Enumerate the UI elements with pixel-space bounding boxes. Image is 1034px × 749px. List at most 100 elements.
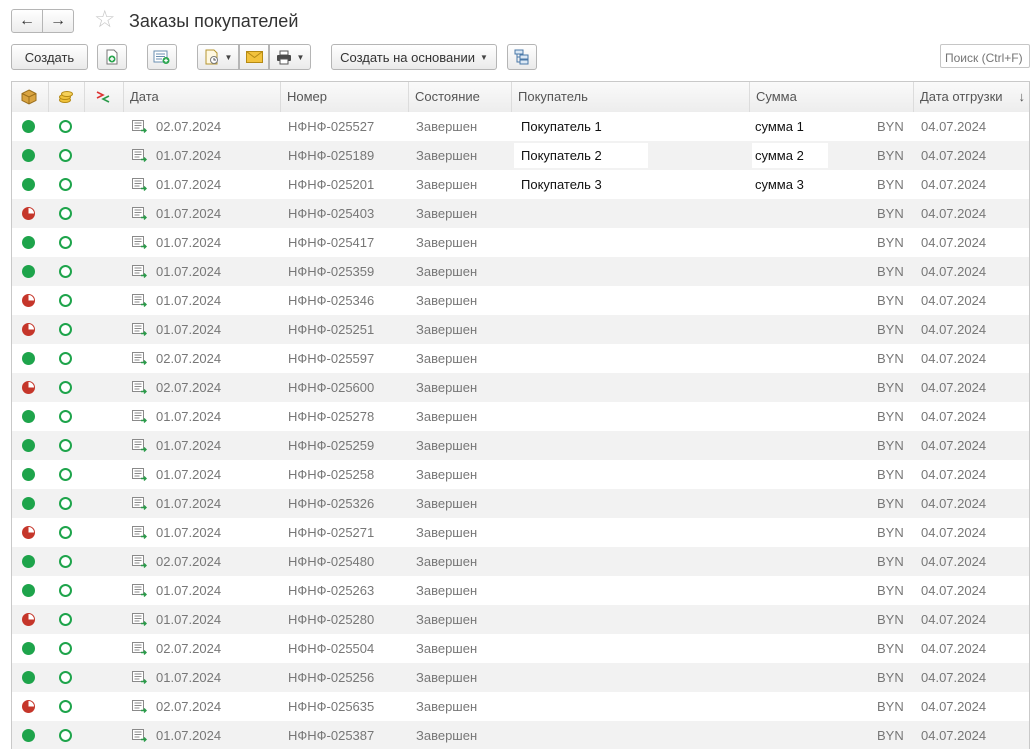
cell-ship-date: 04.07.2024	[921, 438, 987, 453]
cell-ship-date: 04.07.2024	[921, 699, 987, 714]
table-row[interactable]: 01.07.2024 НФНФ-025201 Завершен Покупатель …	[12, 170, 1029, 199]
table-row[interactable]: 02.07.2024 НФНФ-025527 Завершен Покупатель …	[12, 112, 1029, 141]
column-header-shipment[interactable]	[12, 82, 49, 112]
cell-date: 01.07.2024	[156, 438, 222, 453]
cell-number: НФНФ-025597	[288, 351, 375, 366]
table-row[interactable]: 01.07.2024 НФНФ-025359 Завершен BYN 04.07.20…	[12, 257, 1029, 286]
cell-ship-date: 04.07.2024	[921, 351, 987, 366]
copy-button[interactable]	[97, 44, 127, 70]
add-to-list-button[interactable]	[147, 44, 177, 70]
back-button[interactable]: ←	[11, 9, 43, 33]
cell-date: 02.07.2024	[156, 380, 222, 395]
cell-ship-date: 04.07.2024	[921, 409, 987, 424]
cell-state: Завершен	[416, 409, 478, 424]
create-based-on-label: Создать на основании	[340, 49, 475, 65]
cell-ship-date: 04.07.2024	[921, 496, 987, 511]
print-dropdown-button[interactable]: ▼	[269, 44, 311, 70]
ship-date-header-label: Дата отгрузки	[920, 89, 1003, 104]
column-header-date[interactable]: Дата	[124, 82, 281, 112]
page-title: Заказы покупателей	[129, 11, 299, 31]
cell-number: НФНФ-025259	[288, 438, 375, 453]
cell-ship-date: 04.07.2024	[921, 177, 987, 192]
partial-shipment-icon	[22, 381, 35, 394]
table-row[interactable]: 01.07.2024 НФНФ-025403 Завершен BYN 04.07.20…	[12, 199, 1029, 228]
cell-currency: BYN	[877, 467, 904, 482]
orders-table: Дата Номер Состояние Покупатель Сумма Да…	[11, 81, 1030, 749]
cell-currency: BYN	[877, 119, 904, 134]
document-posted-icon	[132, 148, 148, 163]
column-header-customer[interactable]: Покупатель	[512, 82, 750, 112]
cell-date: 01.07.2024	[156, 583, 222, 598]
cell-date: 01.07.2024	[156, 409, 222, 424]
cell-state: Завершен	[416, 612, 478, 627]
shipped-status-icon	[22, 642, 35, 655]
cell-state: Завершен	[416, 670, 478, 685]
document-posted-icon	[132, 699, 148, 714]
table-row[interactable]: 01.07.2024 НФНФ-025271 Завершен BYN 04.07.20…	[12, 518, 1029, 547]
payment-status-icon	[59, 236, 72, 249]
column-header-state[interactable]: Состояние	[409, 82, 512, 112]
structure-button[interactable]	[507, 44, 537, 70]
table-row[interactable]: 01.07.2024 НФНФ-025346 Завершен BYN 04.07.20…	[12, 286, 1029, 315]
cell-ship-date: 04.07.2024	[921, 380, 987, 395]
cell-date: 01.07.2024	[156, 728, 222, 743]
table-row[interactable]: 01.07.2024 НФНФ-025326 Завершен BYN 04.07.20…	[12, 489, 1029, 518]
column-header-sum[interactable]: Сумма	[750, 82, 914, 112]
table-row[interactable]: 02.07.2024 НФНФ-025480 Завершен BYN 04.07.20…	[12, 547, 1029, 576]
table-row[interactable]: 01.07.2024 НФНФ-025387 Завершен BYN 04.07.20…	[12, 721, 1029, 749]
document-posted-icon	[132, 438, 148, 453]
partial-shipment-icon	[22, 323, 35, 336]
document-posted-icon	[132, 612, 148, 627]
forward-button[interactable]: →	[42, 9, 74, 33]
search-input[interactable]	[940, 44, 1030, 68]
create-button[interactable]: Создать	[11, 44, 88, 70]
toolbar: Создать ▼ ▼ Создать на основании ▼	[0, 42, 1034, 72]
cell-number: НФНФ-025359	[288, 264, 375, 279]
column-header-number[interactable]: Номер	[281, 82, 409, 112]
table-row[interactable]: 02.07.2024 НФНФ-025597 Завершен BYN 04.07.20…	[12, 344, 1029, 373]
table-row[interactable]: 01.07.2024 НФНФ-025259 Завершен BYN 04.07.20…	[12, 431, 1029, 460]
partial-shipment-icon	[22, 294, 35, 307]
cell-state: Завершен	[416, 351, 478, 366]
table-row[interactable]: 01.07.2024 НФНФ-025278 Завершен BYN 04.07.20…	[12, 402, 1029, 431]
cell-number: НФНФ-025326	[288, 496, 375, 511]
cell-ship-date: 04.07.2024	[921, 525, 987, 540]
email-button[interactable]	[239, 44, 269, 70]
table-row[interactable]: 01.07.2024 НФНФ-025258 Завершен BYN 04.07.20…	[12, 460, 1029, 489]
star-icon[interactable]: ☆	[94, 8, 116, 32]
shipped-status-icon	[22, 497, 35, 510]
table-row[interactable]: 01.07.2024 НФНФ-025280 Завершен BYN 04.07.20…	[12, 605, 1029, 634]
cell-state: Завершен	[416, 235, 478, 250]
create-based-on-button[interactable]: Создать на основании ▼	[331, 44, 497, 70]
payment-status-icon	[59, 352, 72, 365]
cell-number: НФНФ-025251	[288, 322, 375, 337]
cell-state: Завершен	[416, 728, 478, 743]
table-row[interactable]: 01.07.2024 НФНФ-025251 Завершен BYN 04.07.20…	[12, 315, 1029, 344]
table-row[interactable]: 02.07.2024 НФНФ-025635 Завершен BYN 04.07.20…	[12, 692, 1029, 721]
column-header-compare[interactable]	[85, 82, 124, 112]
partial-shipment-icon	[22, 207, 35, 220]
table-row[interactable]: 01.07.2024 НФНФ-025189 Завершен Покупатель …	[12, 141, 1029, 170]
cell-number: НФНФ-025635	[288, 699, 375, 714]
cell-date: 02.07.2024	[156, 119, 222, 134]
history-dropdown-button[interactable]: ▼	[197, 44, 239, 70]
cell-currency: BYN	[877, 351, 904, 366]
arrow-left-icon: ←	[19, 12, 35, 29]
shipped-status-icon	[22, 729, 35, 742]
table-row[interactable]: 02.07.2024 НФНФ-025600 Завершен BYN 04.07.20…	[12, 373, 1029, 402]
shipped-status-icon	[22, 439, 35, 452]
shipped-status-icon	[22, 555, 35, 568]
column-header-payment[interactable]	[49, 82, 85, 112]
table-row[interactable]: 01.07.2024 НФНФ-025417 Завершен BYN 04.07.20…	[12, 228, 1029, 257]
column-header-ship-date[interactable]: Дата отгрузки ↓	[914, 82, 1029, 112]
document-posted-icon	[132, 119, 148, 134]
table-row[interactable]: 01.07.2024 НФНФ-025263 Завершен BYN 04.07.20…	[12, 576, 1029, 605]
cell-number: НФНФ-025256	[288, 670, 375, 685]
table-row[interactable]: 01.07.2024 НФНФ-025256 Завершен BYN 04.07.20…	[12, 663, 1029, 692]
payment-status-icon	[59, 439, 72, 452]
cell-ship-date: 04.07.2024	[921, 728, 987, 743]
payment-status-icon	[59, 265, 72, 278]
table-row[interactable]: 02.07.2024 НФНФ-025504 Завершен BYN 04.07.20…	[12, 634, 1029, 663]
payment-status-icon	[59, 642, 72, 655]
document-posted-icon	[132, 351, 148, 366]
